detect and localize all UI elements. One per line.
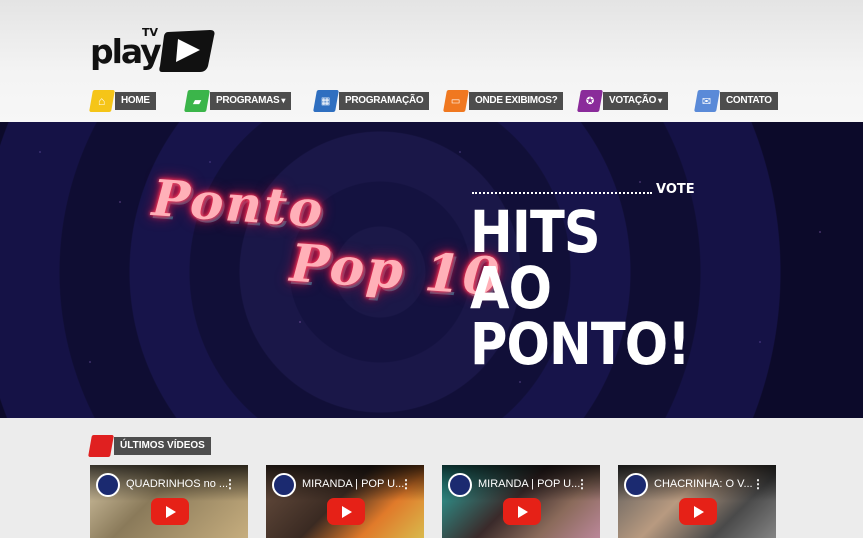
nav-programacao-label: PROGRAMAÇÃO	[339, 92, 430, 110]
banner-neon-line-1: Ponto	[150, 168, 327, 239]
youtube-play-icon[interactable]	[327, 498, 365, 525]
calendar-icon: ▦	[313, 90, 339, 112]
channel-avatar[interactable]	[624, 473, 648, 497]
chevron-down-icon: ▾	[658, 96, 662, 105]
video-thumbnail-3[interactable]: MIRANDA | POP U... ⋮	[442, 465, 600, 538]
youtube-play-icon[interactable]	[503, 498, 541, 525]
video-thumbnail-1[interactable]: QUADRINHOS no ... ⋮	[90, 465, 248, 538]
nav-programas-label: PROGRAMAS ▾	[210, 92, 292, 110]
logo-play-icon	[159, 30, 215, 72]
nav-onde-exibimos-label: ONDE EXIBIMOS?	[469, 92, 564, 110]
chevron-down-icon: ▾	[281, 96, 286, 105]
banner-headline-line-1: HITS AO	[470, 198, 601, 322]
award-icon: ✪	[577, 90, 603, 112]
channel-avatar[interactable]	[96, 473, 120, 497]
banner-vote-label: VOTE	[656, 182, 695, 197]
logo-wordmark: play	[90, 32, 162, 71]
nav-votacao-label: VOTAÇÃO ▾	[603, 92, 668, 110]
more-options-icon[interactable]: ⋮	[576, 477, 588, 491]
channel-avatar[interactable]	[272, 473, 296, 497]
play-logo-icon	[88, 435, 114, 457]
tv-icon: ▭	[443, 90, 469, 112]
video-title[interactable]: CHACRINHA: O V...	[654, 478, 758, 490]
youtube-play-icon[interactable]	[151, 498, 189, 525]
more-options-icon[interactable]: ⋮	[400, 477, 412, 491]
banner-headline-line-2: PONTO!	[470, 310, 691, 378]
nav-contato-label: CONTATO	[720, 92, 778, 110]
site-logo[interactable]: play TV	[90, 26, 220, 76]
mail-icon: ✉	[694, 90, 720, 112]
video-thumbnail-2[interactable]: MIRANDA | POP U... ⋮	[266, 465, 424, 538]
more-options-icon[interactable]: ⋮	[224, 477, 236, 491]
youtube-play-icon[interactable]	[679, 498, 717, 525]
video-thumbnail-4[interactable]: CHACRINHA: O V... ⋮	[618, 465, 776, 538]
site-header: play TV ⌂ HOME ▰ PROGRAMAS ▾ ▦ PROGRAMAÇÃ…	[0, 0, 863, 122]
video-title[interactable]: QUADRINHOS no ...	[126, 478, 230, 490]
video-title[interactable]: MIRANDA | POP U...	[302, 478, 406, 490]
more-options-icon[interactable]: ⋮	[752, 477, 764, 491]
video-title[interactable]: MIRANDA | POP U...	[478, 478, 582, 490]
banner-dotted-line	[472, 192, 652, 194]
programs-icon: ▰	[184, 90, 210, 112]
banner-headline: HITS AO PONTO!	[470, 198, 691, 378]
channel-avatar[interactable]	[448, 473, 472, 497]
hero-banner[interactable]: Ponto Pop 10 VOTE HITS AO PONTO!	[0, 122, 863, 418]
main-nav: ⌂ HOME ▰ PROGRAMAS ▾ ▦ PROGRAMAÇÃO ▭ ONDE…	[0, 88, 863, 114]
home-icon: ⌂	[89, 90, 115, 112]
section-heading-label: ÚLTIMOS VÍDEOS	[114, 437, 211, 455]
logo-tv-mark: TV	[142, 26, 159, 39]
nav-home-label: HOME	[115, 92, 156, 110]
